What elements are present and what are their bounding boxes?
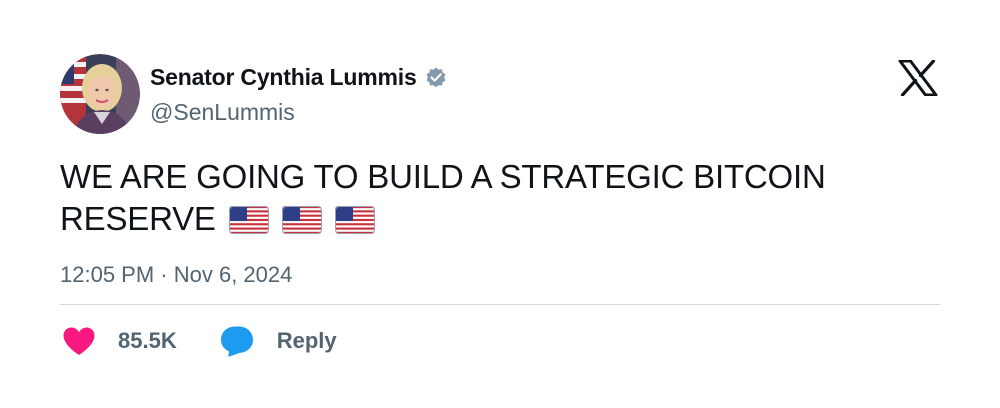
like-button[interactable]: 85.5K xyxy=(62,326,177,356)
handle[interactable]: @SenLummis xyxy=(150,99,448,126)
tweet-timestamp[interactable]: 12:05 PM · Nov 6, 2024 xyxy=(60,262,292,288)
avatar[interactable] xyxy=(60,54,140,134)
us-flag-icon xyxy=(281,202,322,234)
tweet-card: Senator Cynthia Lummis @SenLummis WE ARE… xyxy=(0,0,1000,408)
name-row: Senator Cynthia Lummis xyxy=(150,63,448,93)
verified-badge-icon xyxy=(424,66,448,90)
tweet-header: Senator Cynthia Lummis @SenLummis xyxy=(60,54,448,134)
heart-icon xyxy=(62,326,96,356)
speech-bubble-icon xyxy=(219,325,255,357)
reply-label: Reply xyxy=(276,328,337,353)
tweet-text: WE ARE GOING TO BUILD A STRATEGIC BITCOI… xyxy=(60,156,940,240)
divider xyxy=(60,304,940,305)
us-flag-icon xyxy=(334,202,375,234)
tweet-body: WE ARE GOING TO BUILD A STRATEGIC BITCOI… xyxy=(60,158,826,237)
x-logo-icon[interactable] xyxy=(898,59,938,97)
tweet-actions: 85.5K Reply xyxy=(62,322,337,360)
display-name[interactable]: Senator Cynthia Lummis xyxy=(150,64,417,91)
like-count: 85.5K xyxy=(118,328,177,353)
author-identity: Senator Cynthia Lummis @SenLummis xyxy=(150,63,448,126)
reply-button[interactable]: Reply xyxy=(219,325,337,357)
us-flag-icon xyxy=(228,202,269,234)
avatar-photo xyxy=(60,54,140,134)
